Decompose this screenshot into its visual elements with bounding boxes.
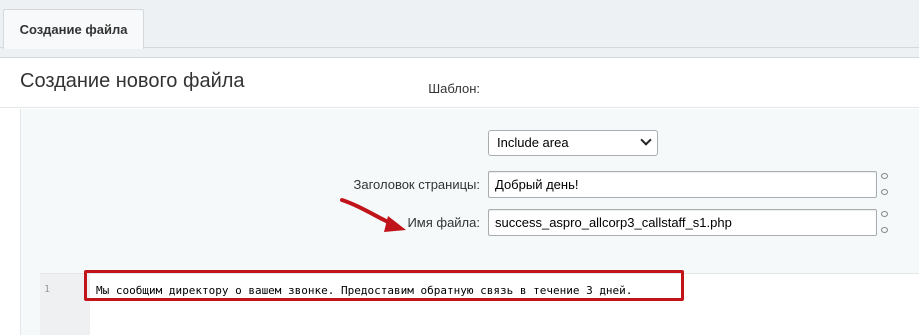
annotation-arrow-icon [340,198,406,232]
template-label: Шаблон: [428,81,480,96]
filename-input[interactable]: success_aspro_allcorp3_callstaff_s1.php [488,209,877,236]
page-title: Создание нового файла [20,70,245,92]
annotation-highlight-box [84,270,684,301]
tab-bar: Создание файла [0,0,919,49]
page-title-input[interactable]: Добрый день! [488,171,877,198]
filename-label: Имя файла: [407,215,480,230]
divider [0,107,919,108]
chevron-down-icon [640,134,652,146]
tab-create-file[interactable]: Создание файла [3,9,144,49]
link-icon[interactable] [878,211,890,233]
template-select[interactable]: Include area [488,130,658,156]
template-select-value: Include area [497,135,569,150]
link-icon[interactable] [878,173,890,195]
line-number: 1 [44,284,51,295]
page-title-label: Заголовок страницы: [353,177,481,192]
line-gutter: 1 [40,274,90,335]
